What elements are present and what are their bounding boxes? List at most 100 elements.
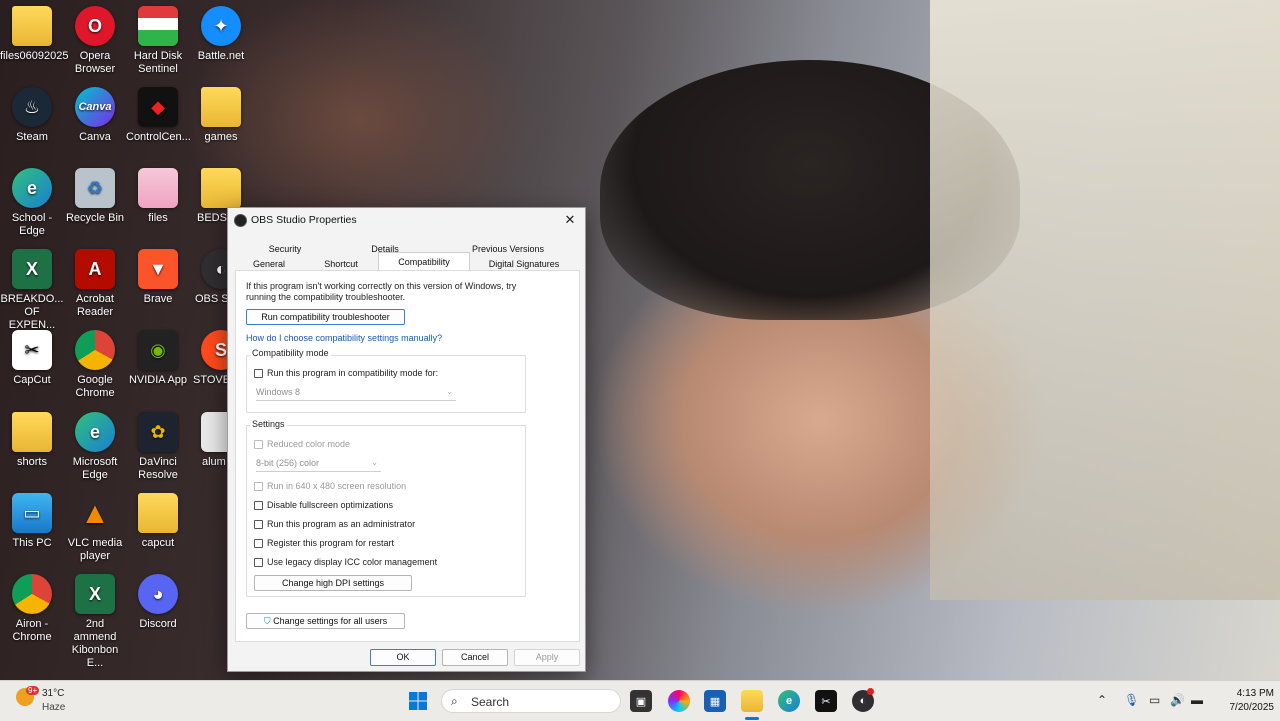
change-dpi-button[interactable]: Change high DPI settings — [254, 575, 412, 591]
desktop-icon-label: files — [148, 212, 168, 224]
desktop-icon-controlcenter[interactable]: ◆ ControlCen... — [126, 87, 191, 144]
desktop-icon-files[interactable]: files — [126, 168, 190, 225]
settings-title: Settings — [250, 419, 287, 429]
start-button[interactable] — [407, 690, 429, 712]
desktop-icon-label: Brave — [143, 293, 173, 305]
clock-date: 7/20/2025 — [1229, 702, 1275, 713]
tab-general[interactable]: General — [238, 257, 300, 271]
desktop-icon-nvidia[interactable]: ◉ NVIDIA App — [126, 330, 190, 387]
clock[interactable]: 4:13 PM 7/20/2025 — [1214, 687, 1275, 715]
legacy-icc-checkbox[interactable] — [254, 558, 263, 567]
folder-icon — [138, 493, 178, 533]
desktop-icon-files06092025[interactable]: files06092025 — [0, 6, 69, 63]
legacy-icc-label: Use legacy display ICC color management — [267, 557, 438, 567]
ok-button[interactable]: OK — [370, 649, 436, 666]
folder-icon — [138, 168, 178, 208]
compat-mode-checkbox[interactable] — [254, 369, 263, 378]
tab-compatibility[interactable]: Compatibility — [378, 252, 470, 271]
desktop-icon-google-chrome[interactable]: Google Chrome — [63, 330, 127, 400]
change-all-users-button[interactable]: ⛉ Change settings for all users — [246, 613, 405, 629]
desktop-icon-capcut-folder[interactable]: capcut — [126, 493, 190, 550]
edge-icon[interactable]: e — [778, 690, 800, 712]
acrobat-icon: A — [75, 249, 115, 289]
davinci-resolve-icon: ✿ — [138, 412, 178, 452]
desktop-icon-2nd-ammend[interactable]: X 2nd ammend Kibonbon E... — [63, 574, 127, 670]
weather-temp: 31°C — [42, 688, 65, 699]
tab-shortcut[interactable]: Shortcut — [308, 257, 374, 271]
file-explorer-icon[interactable] — [741, 690, 763, 712]
desktop-icon-airon-chrome[interactable]: Airon - Chrome — [0, 574, 64, 644]
chevron-down-icon: ⌄ — [446, 387, 453, 396]
microphone-icon[interactable]: 🎙 — [1124, 693, 1139, 707]
cancel-button[interactable]: Cancel — [442, 649, 508, 666]
compat-os-value: Windows 8 — [256, 387, 301, 397]
network-icon[interactable]: ▭ — [1149, 693, 1160, 707]
run-troubleshooter-button[interactable]: Run compatibility troubleshooter — [246, 309, 405, 325]
desktop-icon-school-edge[interactable]: e School - Edge — [0, 168, 64, 238]
tab-digital-signatures[interactable]: Digital Signatures — [476, 257, 572, 271]
desktop-icon-steam[interactable]: ♨ Steam — [0, 87, 64, 144]
desktop-icon-this-pc[interactable]: ▭ This PC — [0, 493, 64, 550]
desktop-icon-brave[interactable]: ▼ Brave — [126, 249, 190, 306]
desktop-icon-canva[interactable]: Canva Canva — [63, 87, 127, 144]
desktop-icon-games[interactable]: games — [189, 87, 253, 144]
desktop-icon-label: Google Chrome — [75, 374, 115, 399]
windows-logo-icon — [409, 692, 427, 710]
capcut-icon[interactable]: ✂ — [815, 690, 837, 712]
desktop-icon-davinci[interactable]: ✿ DaVinci Resolve — [126, 412, 190, 482]
desktop-icon-breakdown-excel[interactable]: X BREAKDO... OF EXPEN... — [0, 249, 64, 332]
color-depth-select[interactable]: 8-bit (256) color ⌄ — [256, 458, 381, 472]
desktop-icon-hard-disk-sentinel[interactable]: Hard Disk Sentinel — [126, 6, 190, 76]
tab-security[interactable]: Security — [250, 242, 320, 256]
disable-fullscreen-checkbox[interactable] — [254, 501, 263, 510]
tab-previous-versions[interactable]: Previous Versions — [458, 242, 558, 256]
opera-icon: O — [75, 6, 115, 46]
register-restart-checkbox[interactable] — [254, 539, 263, 548]
battery-icon[interactable]: ▬ — [1191, 693, 1203, 707]
settings-group — [246, 425, 526, 597]
apply-button[interactable]: Apply — [514, 649, 580, 666]
desktop-icon-microsoft-edge[interactable]: e Microsoft Edge — [63, 412, 127, 482]
volume-icon[interactable]: 🔊 — [1170, 693, 1185, 707]
register-restart-label: Register this program for restart — [267, 538, 395, 548]
vlc-cone-icon: ▲ — [80, 496, 110, 530]
brave-lion-icon: ▼ — [138, 249, 178, 289]
chrome-icon — [12, 574, 52, 614]
clock-time: 4:13 PM — [1236, 688, 1274, 699]
desktop-icon-label: School - Edge — [11, 212, 53, 237]
capcut-icon: ✂ — [12, 330, 52, 370]
dialog-titlebar[interactable]: OBS Studio Properties ✕ — [228, 208, 585, 232]
run-640-checkbox[interactable] — [254, 482, 263, 491]
copilot-icon[interactable] — [668, 690, 690, 712]
run-admin-label: Run this program as an administrator — [267, 519, 416, 529]
close-button[interactable]: ✕ — [561, 211, 579, 229]
desktop-icon-capcut[interactable]: ✂ CapCut — [0, 330, 64, 387]
desktop-icon-discord[interactable]: ◕ Discord — [126, 574, 190, 631]
obs-icon — [234, 214, 247, 227]
desktop-icon-opera[interactable]: O Opera Browser — [63, 6, 127, 76]
reduced-color-checkbox[interactable] — [254, 440, 263, 449]
edge-icon: e — [75, 412, 115, 452]
taskbar-search[interactable]: ⌕ Search — [441, 689, 621, 713]
store-icon[interactable]: ▦ — [704, 690, 726, 712]
hard-disk-sentinel-icon — [138, 6, 178, 46]
desktop-icon-vlc[interactable]: ▲ VLC media player — [63, 493, 127, 563]
task-view-icon[interactable]: ▣ — [630, 690, 652, 712]
run-admin-checkbox[interactable] — [254, 520, 263, 529]
manual-settings-link[interactable]: How do I choose compatibility settings m… — [246, 333, 442, 343]
compatibility-panel: If this program isn't working correctly … — [235, 270, 580, 642]
compat-os-select[interactable]: Windows 8 ⌄ — [256, 387, 456, 401]
desktop-icon-recycle-bin[interactable]: ♻ Recycle Bin — [63, 168, 127, 225]
chrome-icon — [75, 330, 115, 370]
desktop-icon-label: ControlCen... — [126, 131, 191, 143]
weather-widget[interactable]: 9+ 31°C Haze — [16, 686, 86, 716]
folder-icon — [201, 168, 241, 208]
desktop-icon-acrobat[interactable]: A Acrobat Reader — [63, 249, 127, 319]
desktop-icon-shorts[interactable]: shorts — [0, 412, 64, 469]
desktop-icon-battlenet[interactable]: ✦ Battle.net — [189, 6, 253, 63]
chevron-up-icon[interactable]: ⌃ — [1097, 693, 1107, 707]
disable-fullscreen-label: Disable fullscreen optimizations — [267, 500, 394, 510]
folder-icon — [12, 6, 52, 46]
desktop-icon-label: BEDS — [197, 212, 227, 224]
search-placeholder: Search — [471, 695, 510, 709]
